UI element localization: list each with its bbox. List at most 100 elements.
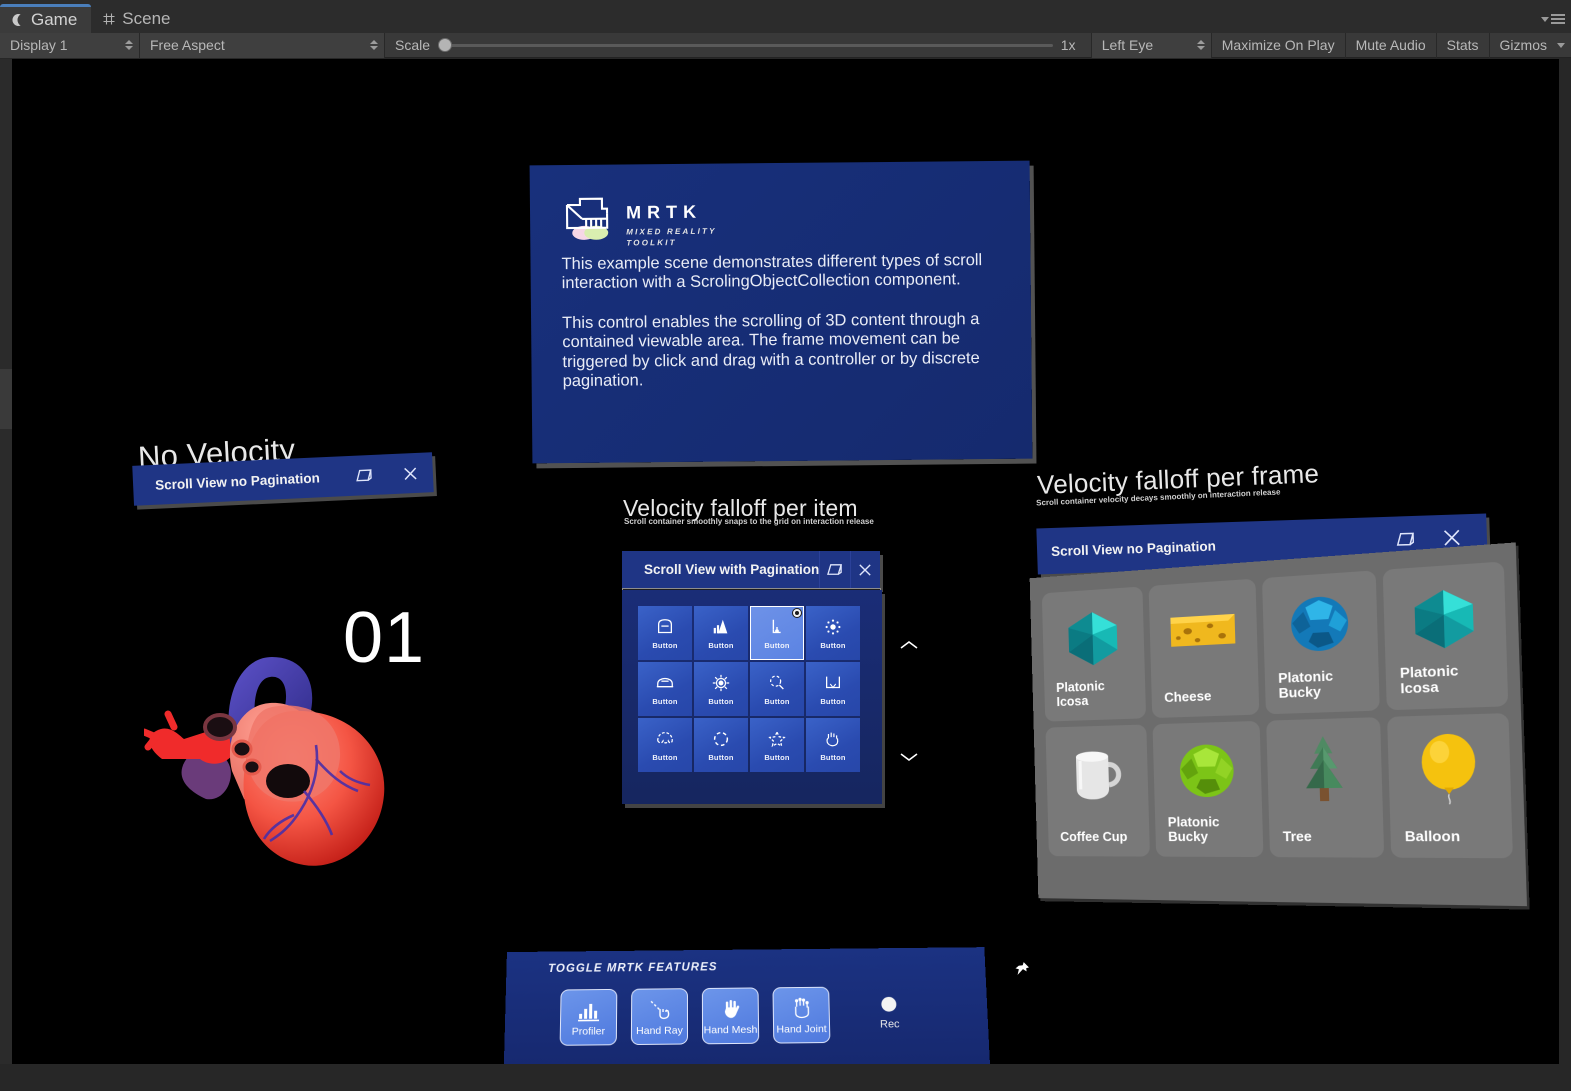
slate-titlebar-per-item: Scroll View with Pagination: [622, 551, 880, 588]
scale-slider-group[interactable]: Scale 1x: [385, 32, 1092, 58]
section-counter-01: 01: [343, 598, 426, 678]
grid-button-label: Button: [764, 753, 790, 762]
tab-game-label: Game: [31, 10, 78, 29]
scale-slider[interactable]: [438, 37, 1053, 52]
game-controller-icon: [10, 13, 25, 28]
close-x-icon[interactable]: [386, 452, 434, 494]
hand-fingers-icon: [822, 728, 844, 750]
grid-button-7[interactable]: Button: [750, 662, 804, 716]
pagination-down-button[interactable]: [896, 749, 922, 769]
mrtk-wordmark: MRTK MIXED REALITY TOOLKIT: [626, 202, 717, 248]
scroll-item-6[interactable]: Platonic Bucky: [1152, 720, 1264, 858]
grid-button-11[interactable]: Button: [750, 718, 804, 772]
icosahedron-teal-icon: [1054, 602, 1132, 673]
rec-label: Rec: [879, 1018, 900, 1031]
scroll-view-no-pagination-right[interactable]: Platonic Icosa Cheese Platonic Bucky Pla…: [1029, 542, 1527, 907]
button-grid: Button Button Button Button Button Butto…: [638, 606, 860, 772]
grid-button-9[interactable]: Button: [638, 718, 692, 772]
icosahedron-teal-icon: [1397, 578, 1491, 657]
maximize-on-play-button[interactable]: Maximize On Play: [1212, 32, 1346, 58]
game-view-toolbar: Display 1 Free Aspect Scale 1x Left Eye …: [0, 32, 1571, 58]
pagination-up-button[interactable]: [896, 637, 922, 657]
scroll-item-4[interactable]: Platonic Icosa: [1382, 561, 1509, 711]
mrtk-feature-toolbar: TOGGLE MRTK FEATURES Profiler Hand Ray H…: [502, 947, 992, 1064]
mrtk-button-label: Hand Ray: [636, 1024, 683, 1037]
tab-scene[interactable]: Scene: [91, 4, 184, 33]
panel-menu-button[interactable]: [1541, 14, 1565, 24]
eye-dropdown[interactable]: Left Eye: [1091, 32, 1212, 58]
scroll-item-3[interactable]: Platonic Bucky: [1262, 570, 1380, 715]
maximize-on-play-label: Maximize On Play: [1221, 37, 1335, 53]
tab-game[interactable]: Game: [0, 4, 92, 33]
grid-button-label: Button: [652, 753, 678, 762]
hand-mesh-toggle-button[interactable]: Hand Mesh: [701, 987, 760, 1045]
mrtk-button-label: Profiler: [571, 1024, 606, 1038]
close-x-icon[interactable]: [849, 551, 880, 588]
scroll-item-label: Platonic Icosa: [1399, 663, 1459, 697]
scroll-item-7[interactable]: Tree: [1266, 717, 1385, 858]
mrtk-logo-main: MRTK: [625, 201, 703, 223]
hand-press-icon: [766, 616, 788, 638]
grid-button-6[interactable]: Button: [694, 662, 748, 716]
scroll-item-label: Coffee Cup: [1060, 829, 1128, 845]
cube-follow-icon[interactable]: [819, 551, 849, 588]
scroll-item-label: Balloon: [1404, 828, 1461, 845]
grid-button-label: Button: [764, 697, 790, 706]
chevron-down-icon: [1557, 42, 1565, 48]
gizmos-dropdown-button[interactable]: [1551, 33, 1571, 58]
pushpin-cursor-icon: [1010, 959, 1032, 981]
umbrella-dashed-icon: [654, 728, 676, 750]
grid-button-8[interactable]: Button: [806, 662, 860, 716]
slate-title-label: Scroll View with Pagination: [644, 562, 820, 577]
mute-audio-button[interactable]: Mute Audio: [1346, 32, 1437, 58]
chevron-up-icon: [898, 638, 920, 657]
balloon-yellow-icon: [1402, 729, 1497, 804]
grid-button-2[interactable]: Button: [694, 606, 748, 660]
scroll-view-with-pagination[interactable]: Button Button Button Button Button Butto…: [622, 590, 882, 804]
scrollbar-nub[interactable]: [0, 369, 12, 429]
grid-button-3[interactable]: Button: [750, 606, 804, 660]
chevron-updown-icon: [1196, 40, 1205, 50]
profiler-toggle-button[interactable]: Profiler: [559, 988, 618, 1046]
hand-ray-toggle-button[interactable]: Hand Ray: [630, 988, 689, 1046]
grid-button-5[interactable]: Button: [638, 662, 692, 716]
particles-burst-icon: [822, 616, 844, 638]
grid-button-1[interactable]: Button: [638, 606, 692, 660]
scroll-item-1[interactable]: Platonic Icosa: [1041, 586, 1147, 722]
mrtk-info-board: MRTK MIXED REALITY TOOLKIT This example …: [529, 160, 1033, 464]
grid-button-4[interactable]: Button: [806, 606, 860, 660]
hamburger-icon: [1551, 14, 1565, 24]
grid-button-10[interactable]: Button: [694, 718, 748, 772]
mrtk-toolbar-buttons: Profiler Hand Ray Hand Mesh Hand Joint: [559, 986, 831, 1046]
grid-button-label: Button: [652, 697, 678, 706]
chevron-updown-icon: [125, 40, 133, 50]
scroll-item-2[interactable]: Cheese: [1148, 578, 1260, 719]
grid-button-12[interactable]: Button: [806, 718, 860, 772]
aspect-dropdown[interactable]: Free Aspect: [140, 32, 385, 58]
scroll-item-8[interactable]: Balloon: [1387, 713, 1513, 859]
grid-button-label: Button: [708, 697, 734, 706]
scroll-item-5[interactable]: Coffee Cup: [1045, 724, 1150, 857]
gizmos-button[interactable]: Gizmos: [1490, 33, 1551, 58]
stats-button[interactable]: Stats: [1437, 32, 1490, 58]
cheese-wedge-yellow-icon: [1162, 594, 1245, 668]
bar-chart-icon: [576, 997, 602, 1023]
chevron-updown-icon: [370, 40, 378, 50]
mrtk-info-text: This example scene demonstrates differen…: [561, 251, 992, 392]
editor-tabbar: Game Scene: [0, 0, 1571, 33]
cube-follow-icon[interactable]: [340, 454, 388, 496]
kiosk-icon: [654, 616, 676, 638]
grid-button-label: Button: [764, 641, 790, 650]
hand-joint-toggle-button[interactable]: Hand Joint: [772, 986, 831, 1044]
rec-indicator[interactable]: Rec: [879, 996, 900, 1031]
scale-slider-knob[interactable]: [438, 37, 453, 52]
search-dashed-icon: [766, 672, 788, 694]
low-poly-tree-icon: [1280, 733, 1369, 806]
display-dropdown[interactable]: Display 1: [0, 32, 140, 58]
mrtk-paragraph-1: This example scene demonstrates differen…: [561, 251, 983, 293]
scale-value: 1x: [1060, 37, 1076, 53]
scroll-item-label: Platonic Icosa: [1055, 678, 1105, 710]
slate-title-label: Scroll View no Pagination: [154, 469, 321, 493]
record-dot-icon: [881, 996, 897, 1012]
game-viewport[interactable]: MRTK MIXED REALITY TOOLKIT This example …: [12, 59, 1559, 1064]
